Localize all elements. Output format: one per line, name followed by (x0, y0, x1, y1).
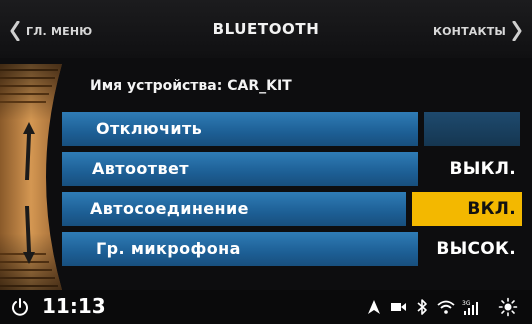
auto-connect-value[interactable]: ВКЛ. (412, 192, 522, 226)
menu-item-label: Гр. микрофона (96, 239, 241, 258)
menu-item-disconnect[interactable]: Отключить (62, 112, 418, 146)
value-text: ВЫСОК. (436, 239, 516, 259)
menu-item-auto-answer[interactable]: Автоответ (62, 152, 418, 186)
menu-item-mic-gain[interactable]: Гр. микрофона (62, 232, 418, 266)
brightness-icon[interactable] (498, 297, 518, 317)
power-icon[interactable] (10, 297, 30, 317)
wifi-icon (437, 300, 455, 314)
menu-item-label: Автоответ (92, 159, 189, 178)
chevron-right-icon (512, 21, 522, 41)
value-text: ВЫКЛ. (449, 159, 516, 179)
bluetooth-icon (417, 299, 427, 315)
arrow-up-icon (23, 122, 35, 180)
device-name-text: Имя устройства: CAR_KIT (90, 78, 292, 94)
auto-answer-value[interactable]: ВЫКЛ. (420, 152, 522, 186)
menu-item-label: Автосоединение (90, 199, 249, 218)
header-bar: ГЛ. МЕНЮ BLUETOOTH КОНТАКТЫ (0, 0, 532, 58)
svg-text:3G: 3G (462, 300, 471, 307)
scroll-down-button[interactable] (10, 200, 48, 270)
contacts-button[interactable]: КОНТАКТЫ (433, 16, 522, 46)
status-bar: 11:13 3G (0, 290, 532, 324)
scroll-up-button[interactable] (10, 116, 48, 186)
menu-item-label: Отключить (96, 119, 203, 138)
arrow-down-icon (23, 206, 35, 264)
mic-gain-value[interactable]: ВЫСОК. (420, 232, 522, 266)
signal-3g-icon: 3G (462, 300, 478, 315)
value-text: ВКЛ. (467, 199, 516, 219)
menu-item-auto-connect[interactable]: Автосоединение (62, 192, 406, 226)
media-icon (391, 303, 406, 311)
contacts-button-label: КОНТАКТЫ (432, 24, 506, 38)
clock-time: 11:13 (42, 294, 106, 318)
bluetooth-screen: ГЛ. МЕНЮ BLUETOOTH КОНТАКТЫ Имя устройст… (0, 0, 532, 324)
disconnect-value (424, 112, 520, 146)
navigation-icon (368, 300, 380, 314)
